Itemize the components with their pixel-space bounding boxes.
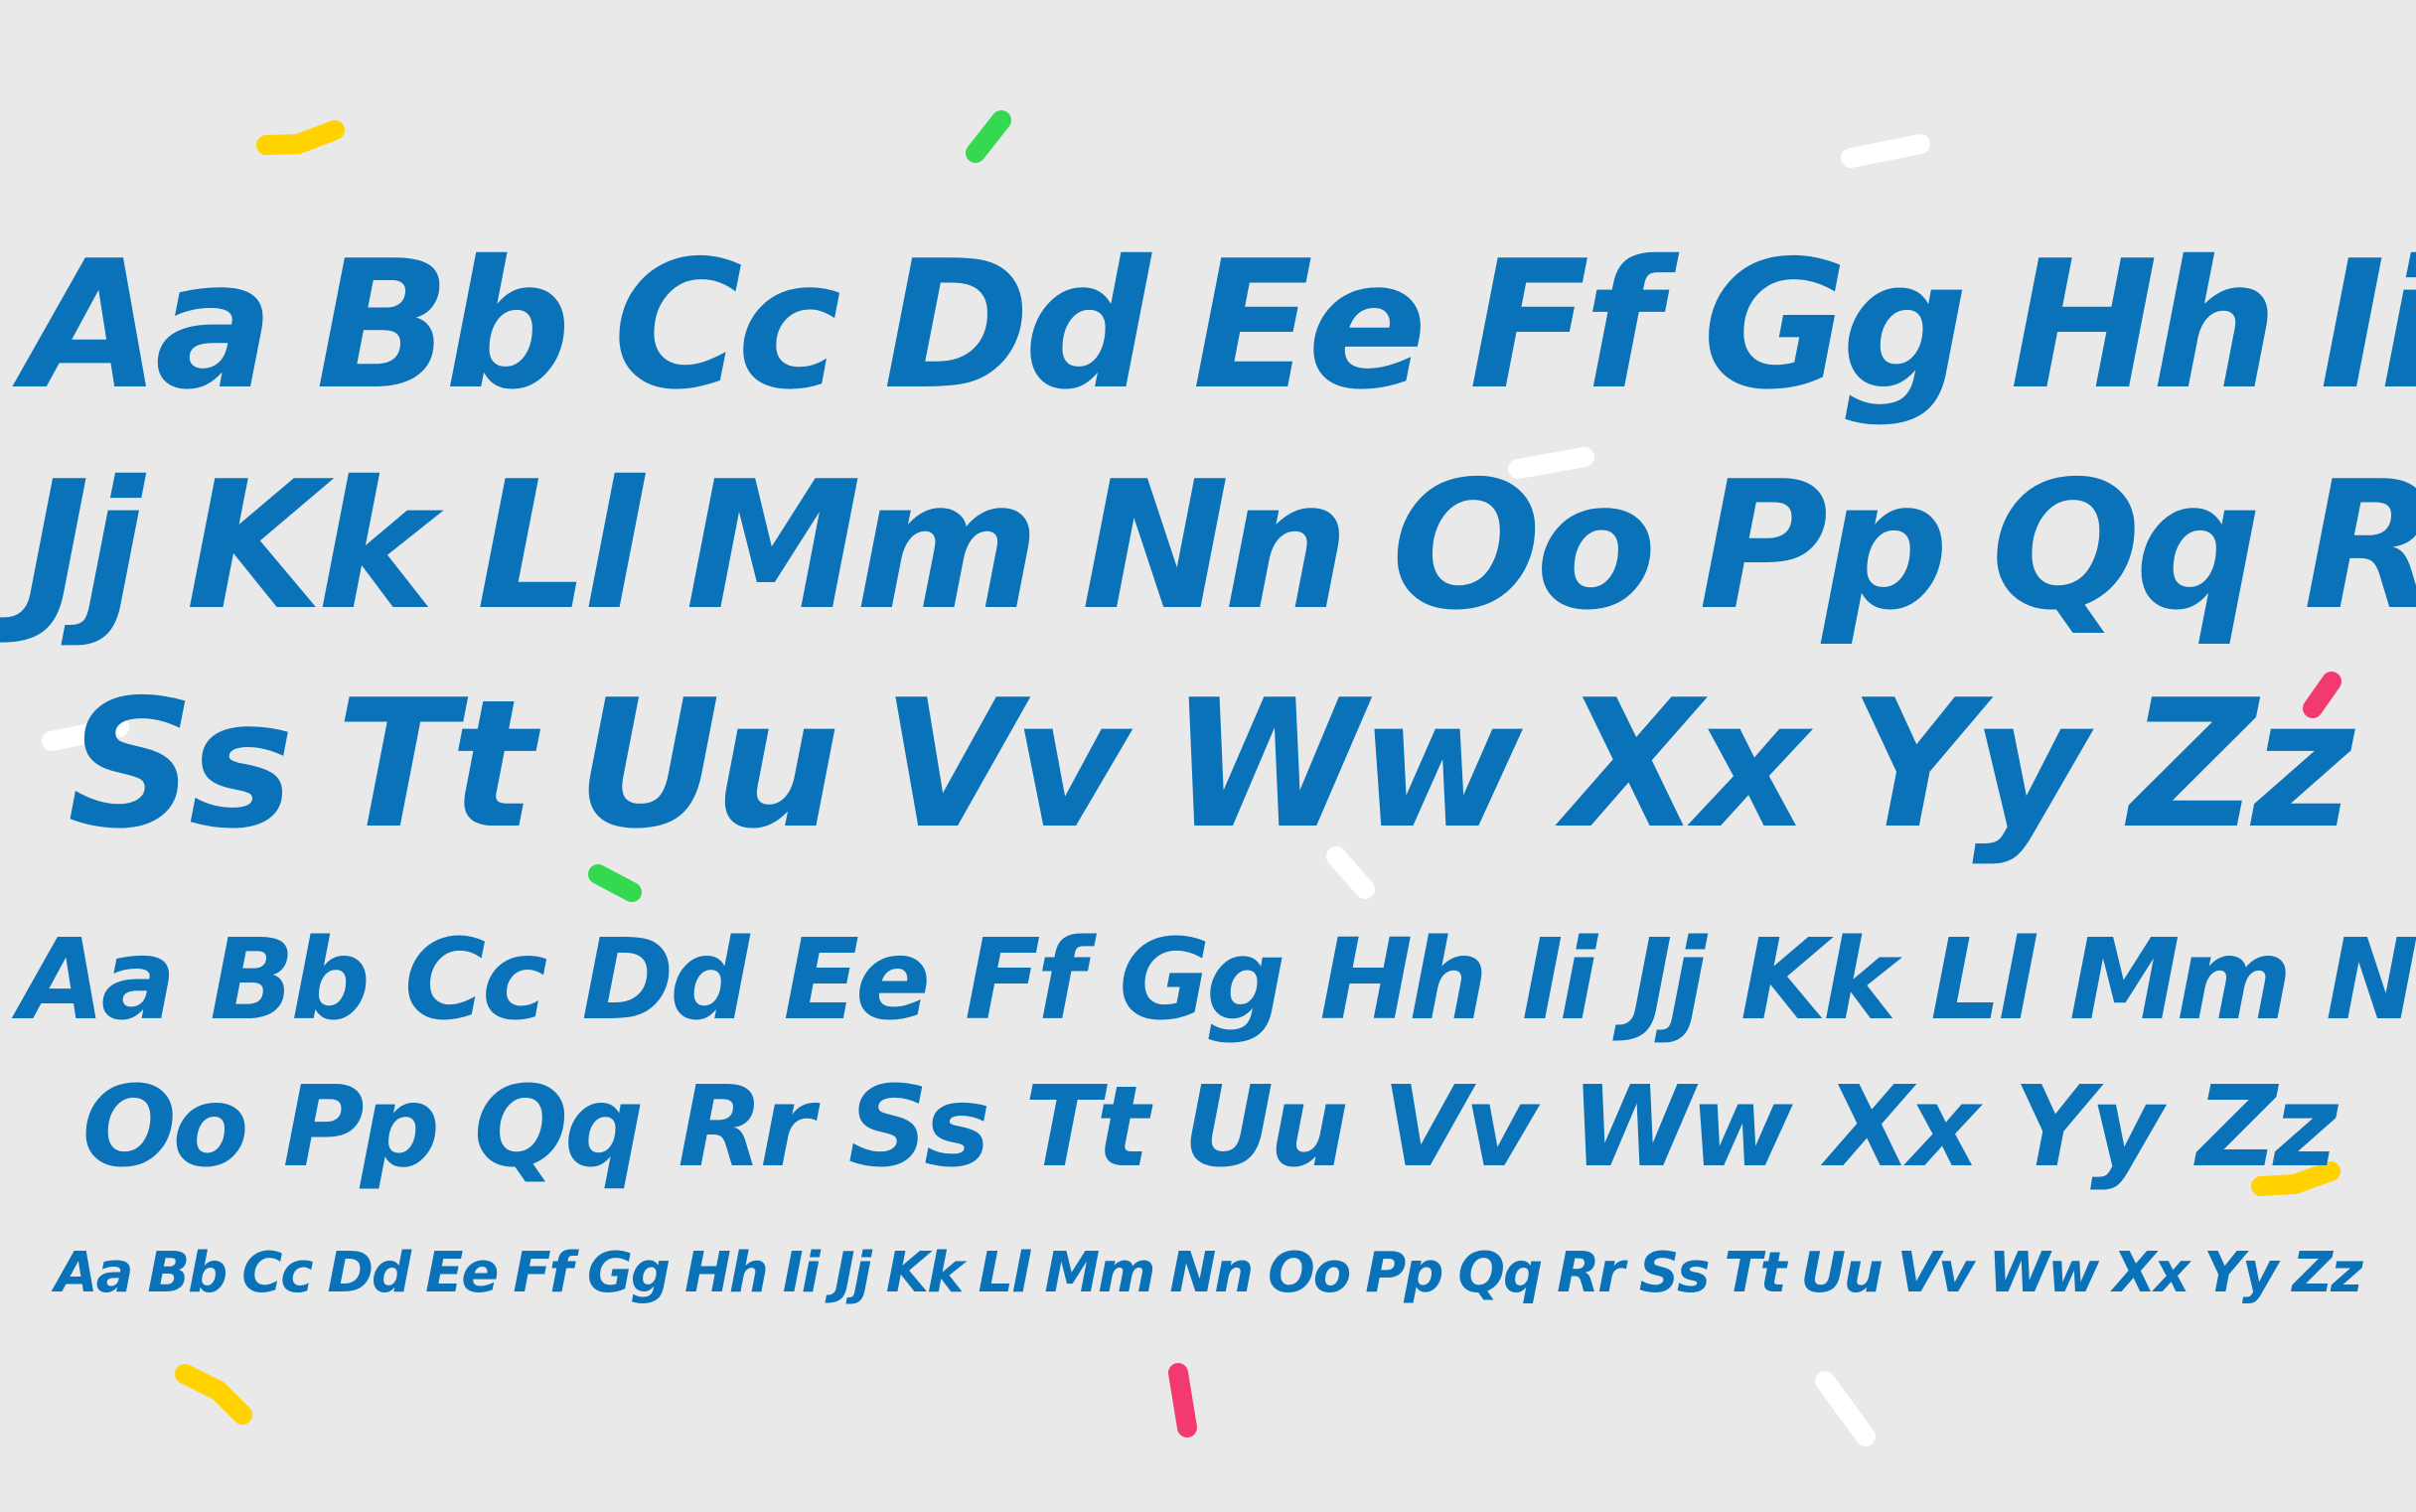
letter-pair: Oo [1268, 1241, 1351, 1305]
letter-pair: Kk [885, 1241, 965, 1305]
letter-pair: Hh [684, 1241, 769, 1305]
letter-pair: Xx [1564, 662, 1808, 867]
medium-letters-row-2: Oo Pp Qq Rr Ss Tt Uu Vv Ww Xx Yy Zz [0, 1063, 2416, 1192]
letter-pair: Gg [586, 1241, 671, 1305]
letter-pair: Vv [1896, 1241, 1975, 1305]
letter-pair: Jj [24, 443, 144, 649]
letter-pair: Aa [55, 1241, 133, 1305]
letter-pair: Xx [2113, 1241, 2190, 1305]
letter-pair: Zz [2129, 662, 2354, 867]
letter-pair: Oo [81, 1063, 248, 1192]
letter-pair: Dd [883, 223, 1150, 428]
letter-pair: Cc [403, 916, 548, 1045]
letter-pair: Tt [1024, 1063, 1149, 1192]
letter-pair: Nn [1169, 1241, 1254, 1305]
letter-pair: Rr [1557, 1241, 1625, 1305]
small-letters-row: Aa Bb Cc Dd Ee Ff Gg Hh Ii Jj Kk Ll Mm Nn Oo Pp Qq Rr Ss Tt… [0, 1239, 2416, 1308]
letter-pair: Uu [576, 662, 840, 867]
alphabet-poster: AaBbCcDdEeFfGgHhIi JjKkLlMmNnOoPpQqRr Ss… [0, 0, 2416, 1512]
letter-pair: Ii [2319, 223, 2416, 428]
letter-pair: Tt [336, 662, 535, 867]
letter-pair: Qq [473, 1063, 644, 1192]
letter-pair: Rr [2304, 447, 2416, 646]
letter-pair: Ff [965, 916, 1085, 1045]
letter-pair: Qq [1457, 1241, 1543, 1305]
letter-pair: Ll [476, 443, 644, 649]
letter-pair: Xx [1826, 1063, 1980, 1192]
letter-pair: Gg [1119, 916, 1285, 1045]
letter-pair: Aa [19, 916, 176, 1045]
letter-pair: Gg [1702, 223, 1969, 428]
letter-pair: Rr [678, 1063, 814, 1192]
large-letters-row-2: JjKkLlMmNnOoPpQqRr [0, 447, 2416, 646]
letter-pair: Ff [1468, 223, 1661, 428]
letter-pair: Ww [1571, 1063, 1792, 1192]
letter-pair: Ll [978, 1241, 1030, 1305]
letter-pair: Pp [282, 1063, 440, 1192]
letter-pair: Aa [24, 223, 274, 428]
letter-pair: Mm [685, 443, 1040, 649]
confetti-yellow-1 [256, 120, 345, 155]
letter-pair: Qq [1990, 443, 2262, 649]
letter-pair: Uu [1183, 1063, 1349, 1192]
confetti-pink-2 [1168, 1363, 1197, 1437]
letter-pair: Ii [782, 1241, 821, 1305]
confetti-green-2 [588, 864, 642, 902]
letter-pair: Hh [1319, 916, 1487, 1045]
letter-pair: Ee [1192, 223, 1427, 428]
letter-pair: Ww [1169, 662, 1523, 867]
letter-pair: Ss [1638, 1241, 1711, 1305]
medium-letters-row-1: Aa BbCc Dd Ee Ff Gg Hh Ii JjKk Ll Mm Nn [0, 916, 2416, 1045]
letter-pair: Ii [1521, 916, 1597, 1045]
letter-pair: Bb [210, 916, 371, 1045]
letter-pair: Mm [2069, 916, 2292, 1045]
letter-pair: Dd [581, 916, 749, 1045]
letter-pair: Yy [2203, 1241, 2278, 1305]
letter-pair: Cc [241, 1241, 313, 1305]
letter-pair: Ee [425, 1241, 499, 1305]
letter-pair: Nn [1081, 443, 1350, 649]
letter-pair: Nn [2326, 916, 2416, 1045]
letter-pair: Vv [881, 662, 1129, 867]
letter-pair: Cc [612, 223, 841, 428]
large-letters-row-3: Ss Tt Uu Vv Ww Xx Yy Zz [0, 666, 2416, 864]
letter-pair: Bb [315, 223, 571, 428]
letter-pair: Kk [186, 443, 434, 649]
confetti-yellow-3 [175, 1364, 252, 1425]
letter-pair: Jj [833, 1241, 872, 1305]
letter-pair: Mm [1044, 1241, 1155, 1305]
letter-pair: Ff [513, 1241, 573, 1305]
letter-pair: Oo [1391, 443, 1657, 649]
letter-pair: Pp [1365, 1241, 1443, 1305]
letter-pair: Pp [1698, 443, 1949, 649]
confetti-white-1 [1841, 134, 1930, 168]
letter-pair: Zz [2196, 1063, 2338, 1192]
letter-pair: Zz [2292, 1241, 2363, 1305]
letter-pair: Tt [1724, 1241, 1786, 1305]
large-letters-row-1: AaBbCcDdEeFfGgHhIi [0, 227, 2416, 425]
letter-pair: Ss [67, 662, 294, 867]
letter-pair: Ll [1930, 916, 2036, 1045]
confetti-white-5 [1815, 1371, 1876, 1446]
letter-pair: Kk [1739, 916, 1896, 1045]
letter-pair: Jj [1630, 916, 1707, 1045]
letter-pair: Ss [847, 1063, 990, 1192]
letter-pair: Vv [1382, 1063, 1538, 1192]
letter-pair: Ee [783, 916, 931, 1045]
confetti-green-1 [966, 110, 1011, 163]
letter-pair: Yy [2014, 1063, 2163, 1192]
letter-pair: Dd [327, 1241, 412, 1305]
letter-pair: Uu [1800, 1241, 1883, 1305]
letter-pair: Ww [1988, 1241, 2100, 1305]
letter-pair: Yy [1850, 662, 2087, 867]
letter-pair: Hh [2010, 223, 2278, 428]
letter-pair: Bb [147, 1241, 227, 1305]
